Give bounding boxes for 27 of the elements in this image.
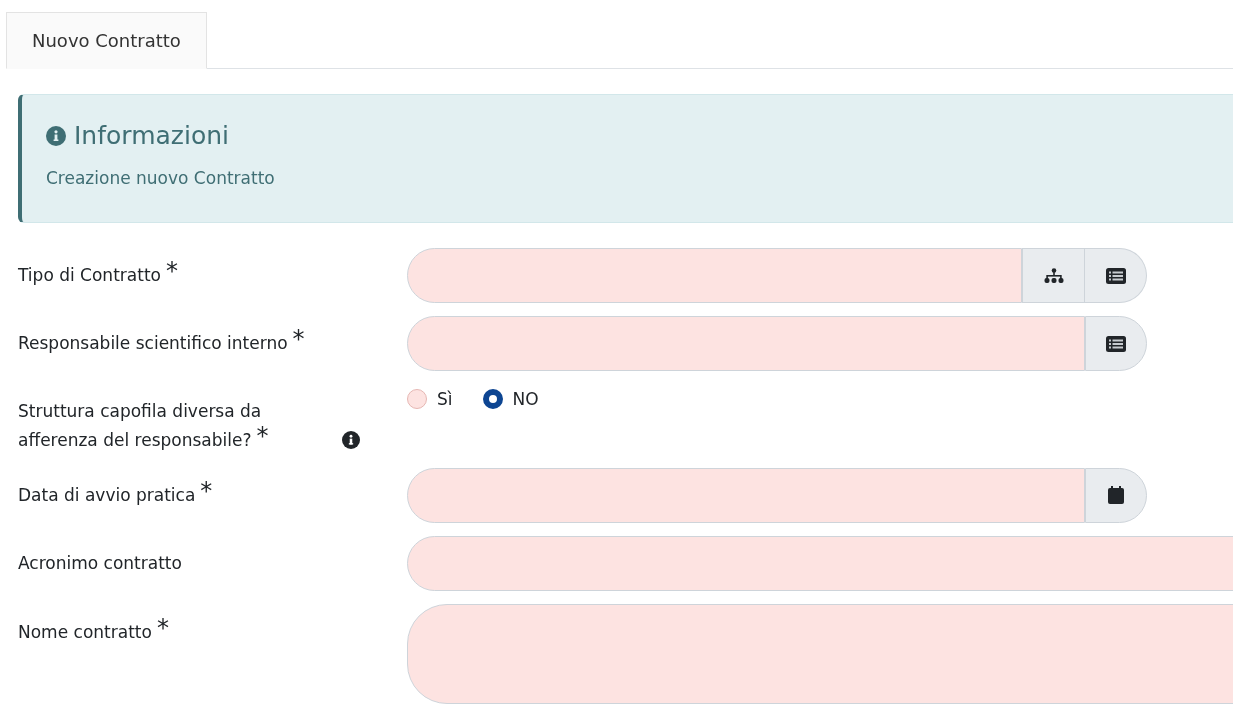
- field-label: Struttura capofila diversa da afferenza del responsabile? *: [18, 400, 270, 452]
- input-field[interactable]: [407, 535, 1233, 591]
- radio-button[interactable]: [407, 389, 427, 409]
- input-field[interactable]: [407, 316, 1085, 371]
- info-icon: [46, 125, 66, 146]
- list-icon: [1106, 335, 1126, 352]
- field-label: Acronimo contratto: [18, 551, 182, 575]
- radio-option[interactable]: Sì: [407, 389, 453, 409]
- radio-option[interactable]: NO: [482, 389, 539, 409]
- field-label: Data di avvio pratica *: [18, 480, 213, 507]
- list-button[interactable]: [1085, 316, 1147, 371]
- sitemap-icon: [1043, 267, 1064, 284]
- calendar-icon: [1108, 486, 1124, 505]
- field-label: Responsabile scientifico interno *: [18, 329, 305, 356]
- tree-button[interactable]: [1022, 248, 1085, 303]
- input-field[interactable]: [407, 248, 1022, 303]
- field-label: Tipo di Contratto *: [18, 261, 178, 288]
- input-field[interactable]: [407, 467, 1085, 523]
- field-label: Nome contratto *: [18, 617, 169, 644]
- info-icon[interactable]: [342, 430, 360, 449]
- list-button[interactable]: [1085, 248, 1147, 303]
- alert-title: Informazioni: [74, 121, 229, 150]
- alert-text: Creazione nuovo Contratto: [46, 168, 276, 188]
- calendar-button[interactable]: [1085, 467, 1147, 523]
- tab[interactable]: Nuovo Contratto: [6, 12, 207, 69]
- radio-button[interactable]: [482, 389, 503, 409]
- list-icon: [1105, 267, 1126, 284]
